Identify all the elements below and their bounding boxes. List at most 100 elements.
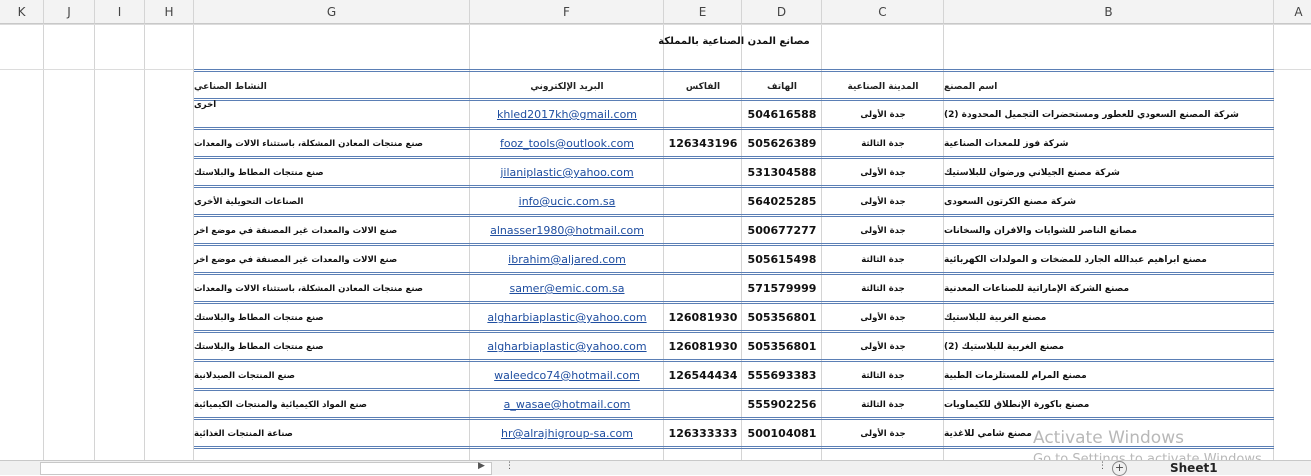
- cell-fax[interactable]: [664, 245, 742, 274]
- cell-phone[interactable]: 500104081: [742, 419, 822, 448]
- cell-fax[interactable]: [664, 158, 742, 187]
- column-header-k[interactable]: K: [0, 0, 44, 24]
- cell-fax[interactable]: 126544434: [664, 361, 742, 390]
- cell-fax[interactable]: [664, 390, 742, 419]
- cell-email[interactable]: ibrahim@aljared.com: [470, 245, 664, 274]
- cell-city[interactable]: جدة الأولى: [822, 303, 944, 332]
- cell-email[interactable]: alnasser1980@hotmail.com: [470, 216, 664, 245]
- cell-name[interactable]: مصنع الغربية للبلاستيك (2): [944, 332, 1274, 361]
- column-header-d[interactable]: D: [742, 0, 822, 24]
- cell-city[interactable]: جدة الثالثة: [822, 361, 944, 390]
- cell-activity[interactable]: صنع الالات والمعدات غير المصنفة في موضع …: [194, 245, 470, 274]
- cell-phone[interactable]: 555902256: [742, 390, 822, 419]
- cell-city[interactable]: جدة الثالثة: [822, 129, 944, 158]
- cell-activity[interactable]: صنع منتجات المعادن المشكلة، باستثناء الا…: [194, 129, 470, 158]
- cell-phone[interactable]: 505356801: [742, 332, 822, 361]
- cell-activity[interactable]: صنع منتجات المعادن المشكلة، باستثناء الا…: [194, 274, 470, 303]
- cell-email[interactable]: hr@alrajhigroup-sa.com: [470, 419, 664, 448]
- cell-phone[interactable]: 505626389: [742, 129, 822, 158]
- tab-scroll-dots-icon[interactable]: ⋮: [1098, 461, 1107, 471]
- cell-phone[interactable]: 505356801: [742, 303, 822, 332]
- column-header-h[interactable]: H: [145, 0, 194, 24]
- tab-split-handle-icon[interactable]: ⋮: [505, 461, 514, 471]
- cell-name[interactable]: مصنع الشركة الإماراتية للصناعات المعدنية: [944, 274, 1274, 303]
- horizontal-scrollbar[interactable]: [40, 462, 492, 475]
- cell-fax[interactable]: [664, 274, 742, 303]
- cell-email[interactable]: algharbiaplastic@yahoo.com: [470, 303, 664, 332]
- cell-city[interactable]: جدة الثالثة: [822, 274, 944, 303]
- cell-email[interactable]: algharbiaplastic@yahoo.com: [470, 332, 664, 361]
- column-header-e[interactable]: E: [664, 0, 742, 24]
- header-cell-fax[interactable]: الفاكس: [664, 72, 742, 101]
- cell-city[interactable]: جدة الأولى: [822, 187, 944, 216]
- cell-fax[interactable]: [664, 187, 742, 216]
- cell-city[interactable]: جدة الأولى: [822, 100, 944, 129]
- cell-name[interactable]: مصنع الغربية للبلاستيك: [944, 303, 1274, 332]
- column-header-i[interactable]: I: [95, 0, 145, 24]
- cell-activity[interactable]: صنع الالات والمعدات غير المصنفة في موضع …: [194, 216, 470, 245]
- cell-activity[interactable]: صنع منتجات المطاط والبلاستك: [194, 303, 470, 332]
- cell-phone[interactable]: 555693383: [742, 361, 822, 390]
- cell-activity[interactable]: صنع منتجات المطاط والبلاستك: [194, 158, 470, 187]
- cell-phone[interactable]: 571579999: [742, 274, 822, 303]
- add-sheet-icon[interactable]: +: [1112, 461, 1127, 476]
- header-cell-name[interactable]: اسم المصنع: [944, 72, 1274, 101]
- cell-email[interactable]: waleedco74@hotmail.com: [470, 361, 664, 390]
- column-header-c[interactable]: C: [822, 0, 944, 24]
- cell-activity[interactable]: صنع المواد الكيميائية والمنتجات الكيميائ…: [194, 390, 470, 419]
- cell-activity[interactable]: صنع منتجات المطاط والبلاستك: [194, 332, 470, 361]
- cell-name[interactable]: شركة فوز للمعدات الصناعية: [944, 129, 1274, 158]
- cell-name[interactable]: شركة المصنع السعودي للعطور ومستحضرات الت…: [944, 100, 1274, 129]
- cell-name[interactable]: مصنع ابراهيم عبدالله الجارد للمضخات و ال…: [944, 245, 1274, 274]
- cell-city[interactable]: جدة الأولى: [822, 158, 944, 187]
- cell-activity[interactable]: الصناعات التحويلية الأخرى: [194, 187, 470, 216]
- header-cell-activity[interactable]: النشاط الصناعي: [194, 72, 470, 101]
- cell-fax[interactable]: 126081930: [664, 303, 742, 332]
- cell-city[interactable]: جدة الأولى: [822, 419, 944, 448]
- header-cell-email[interactable]: البريد الإلكتروني: [470, 72, 664, 101]
- cell-fax[interactable]: [664, 100, 742, 129]
- header-cell-phone[interactable]: الهاتف: [742, 72, 822, 101]
- column-header-j[interactable]: J: [44, 0, 95, 24]
- scroll-right-icon[interactable]: ▶: [478, 461, 485, 471]
- cell-email[interactable]: jilaniplastic@yahoo.com: [470, 158, 664, 187]
- cell-name[interactable]: مصانع الناصر للشوايات والافران والسخانات: [944, 216, 1274, 245]
- activation-watermark-title: Activate Windows: [1033, 428, 1184, 448]
- cell-name[interactable]: شركة مصنع الجيلاني ورضوان للبلاستيك: [944, 158, 1274, 187]
- cell-city[interactable]: جدة الأولى: [822, 332, 944, 361]
- cell-phone[interactable]: 505615498: [742, 245, 822, 274]
- cell-city[interactable]: جدة الأولى: [822, 216, 944, 245]
- sheet-tab[interactable]: Sheet1: [1170, 461, 1218, 475]
- column-header-a[interactable]: A: [1274, 0, 1311, 24]
- cell-name[interactable]: مصنع المرام للمستلزمات الطبية: [944, 361, 1274, 390]
- cell-name[interactable]: شركة مصنع الكرتون السعودى: [944, 187, 1274, 216]
- cell-city[interactable]: جدة الثالثة: [822, 390, 944, 419]
- cell-phone[interactable]: 531304588: [742, 158, 822, 187]
- column-header-g[interactable]: G: [194, 0, 470, 24]
- cell-email[interactable]: a_wasae@hotmail.com: [470, 390, 664, 419]
- cell-fax[interactable]: 126333333: [664, 419, 742, 448]
- header-cell-city[interactable]: المدينة الصناعية: [822, 72, 944, 101]
- column-gridline: [144, 24, 145, 460]
- spreadsheet-grid[interactable]: KJIHGFEDCBA مصانع المدن الصناعية بالمملك…: [0, 0, 1311, 460]
- cell-email[interactable]: fooz_tools@outlook.com: [470, 129, 664, 158]
- cell-email[interactable]: khled2017kh@gmail.com: [470, 100, 664, 129]
- cell-city[interactable]: جدة الثالثة: [822, 245, 944, 274]
- cell-activity[interactable]: أخرى: [194, 100, 470, 129]
- cell-name[interactable]: مصنع باكورة الإنطلاق للكيماويات: [944, 390, 1274, 419]
- cell-email[interactable]: info@ucic.com.sa: [470, 187, 664, 216]
- sheet-tab-bar: ▶ ⋮ ⋮ + Sheet1: [0, 460, 1311, 476]
- column-header-f[interactable]: F: [470, 0, 664, 24]
- cell-activity[interactable]: صنع المنتجات الصيدلانية: [194, 361, 470, 390]
- cell-fax[interactable]: 126081930: [664, 332, 742, 361]
- sheet-title[interactable]: مصانع المدن الصناعية بالمملكة: [194, 36, 1274, 47]
- cell-phone[interactable]: 564025285: [742, 187, 822, 216]
- column-header-b[interactable]: B: [944, 0, 1274, 24]
- cell-fax[interactable]: 126343196: [664, 129, 742, 158]
- cell-fax[interactable]: [664, 216, 742, 245]
- cell-phone[interactable]: 500677277: [742, 216, 822, 245]
- column-gridline: [43, 24, 44, 460]
- cell-phone[interactable]: 504616588: [742, 100, 822, 129]
- cell-email[interactable]: samer@emic.com.sa: [470, 274, 664, 303]
- cell-activity[interactable]: صناعة المنتجات الغذائية: [194, 419, 470, 448]
